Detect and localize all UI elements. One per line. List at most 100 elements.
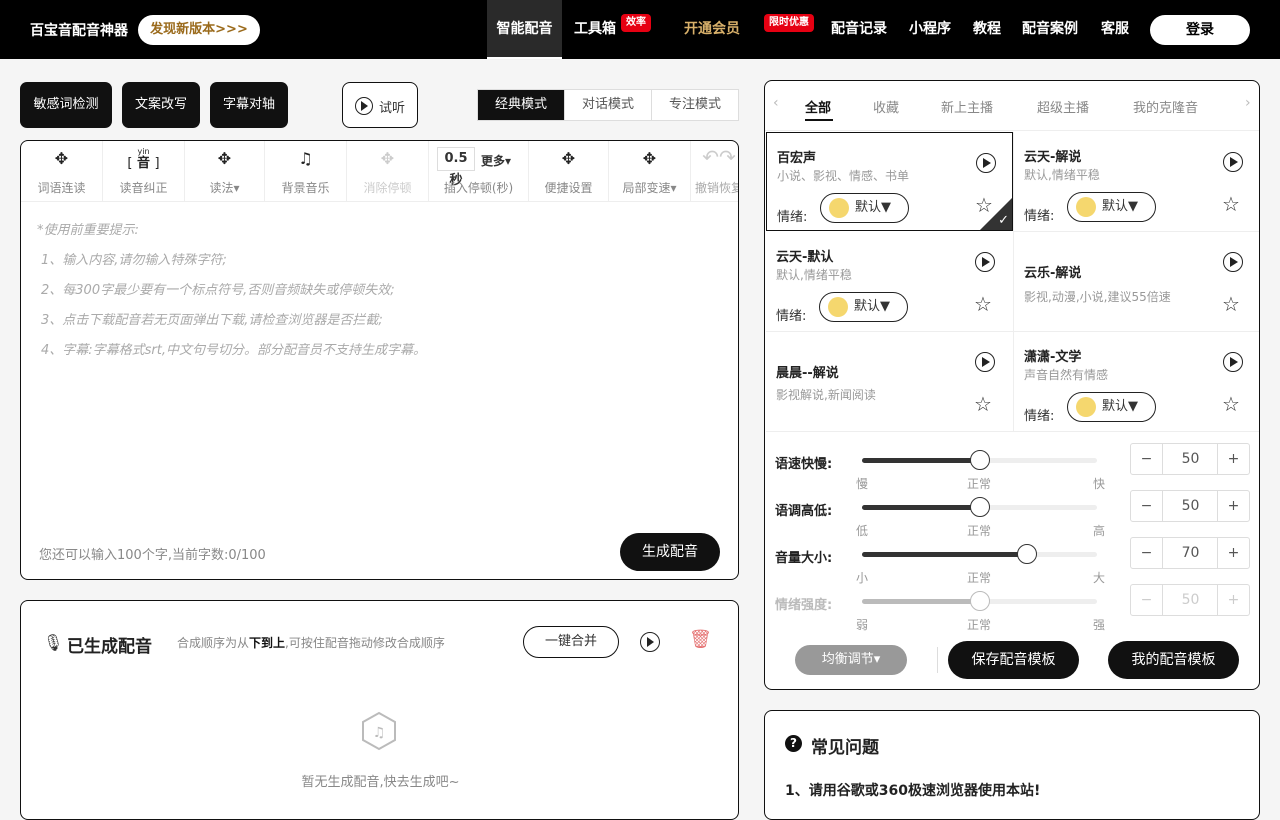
- voice-card[interactable]: 潇潇-文学 声音自然有情感 情绪: 默认▼ ☆: [1013, 332, 1259, 432]
- play-all-icon[interactable]: [640, 632, 660, 652]
- minus-button[interactable]: −: [1131, 585, 1163, 615]
- star-icon[interactable]: ☆: [1222, 292, 1240, 316]
- brand-name[interactable]: 百宝音配音神器: [30, 20, 128, 40]
- slider-handle[interactable]: [969, 591, 990, 611]
- plus-button[interactable]: +: [1217, 585, 1249, 615]
- pause-value-input[interactable]: 0.5秒: [437, 147, 475, 188]
- stepper-value[interactable]: 70: [1163, 538, 1218, 568]
- login-button[interactable]: 登录: [1150, 15, 1250, 45]
- play-icon[interactable]: [976, 153, 996, 173]
- slider-mid-label: 正常: [967, 524, 992, 538]
- slider-max-label: 强: [1093, 618, 1106, 632]
- star-icon[interactable]: ☆: [974, 392, 992, 416]
- smiley-icon: [1076, 397, 1096, 417]
- slider-label: 语调高低:: [775, 504, 833, 519]
- listen-label: 试听: [379, 101, 406, 116]
- new-version-button[interactable]: 发现新版本>>>: [138, 15, 260, 45]
- chevron-right-icon[interactable]: ›: [1245, 95, 1251, 111]
- minus-button[interactable]: −: [1131, 444, 1163, 474]
- slider-handle[interactable]: [969, 450, 990, 470]
- slider-handle[interactable]: [969, 497, 990, 517]
- play-icon[interactable]: [975, 352, 995, 372]
- slider-handle[interactable]: [1016, 544, 1037, 564]
- value-stepper[interactable]: − 50 +: [1130, 490, 1250, 522]
- slider-track[interactable]: [862, 591, 1097, 611]
- chevron-left-icon[interactable]: ‹: [773, 95, 779, 111]
- emotion-dropdown[interactable]: 默认▼: [819, 292, 908, 322]
- vip-badge: 限时优惠: [764, 14, 814, 32]
- nav-mini-program[interactable]: 小程序: [905, 0, 955, 59]
- voice-tab-cloned[interactable]: 我的克隆音: [1133, 97, 1198, 116]
- emotion-dropdown[interactable]: 默认▼: [820, 193, 909, 223]
- value-stepper[interactable]: − 50 +: [1130, 443, 1250, 475]
- plus-button[interactable]: +: [1217, 491, 1249, 521]
- value-stepper[interactable]: − 70 +: [1130, 537, 1250, 569]
- play-icon[interactable]: [975, 252, 995, 272]
- star-icon[interactable]: ☆: [1222, 392, 1240, 416]
- mode-focus[interactable]: 专注模式: [652, 90, 738, 120]
- mode-classic[interactable]: 经典模式: [478, 90, 565, 120]
- play-icon[interactable]: [1223, 252, 1243, 272]
- voice-tab-all[interactable]: 全部: [805, 97, 831, 116]
- voice-card[interactable]: 云天-默认 默认,情绪平稳 情绪: 默认▼ ☆: [766, 232, 1013, 332]
- value-stepper[interactable]: − 50 +: [1130, 584, 1250, 616]
- play-icon[interactable]: [1223, 152, 1243, 172]
- nav-dubbing-records[interactable]: 配音记录: [827, 0, 891, 59]
- nav-smart-dubbing[interactable]: 智能配音: [487, 0, 562, 59]
- plus-button[interactable]: +: [1217, 444, 1249, 474]
- minus-button[interactable]: −: [1131, 491, 1163, 521]
- sensitive-word-check-button[interactable]: 敏感词检测: [20, 82, 112, 128]
- minus-button[interactable]: −: [1131, 538, 1163, 568]
- tool-bg-music[interactable]: ♫ 背景音乐: [265, 141, 347, 201]
- tool-quick-settings[interactable]: ✥ 便捷设置: [529, 141, 609, 201]
- nav-toolbox[interactable]: 工具箱: [570, 0, 620, 59]
- plus-button[interactable]: +: [1217, 538, 1249, 568]
- stepper-value[interactable]: 50: [1163, 491, 1218, 521]
- voice-tab-super[interactable]: 超级主播: [1037, 97, 1089, 116]
- merge-button[interactable]: 一键合并: [523, 626, 619, 658]
- stepper-value[interactable]: 50: [1163, 444, 1218, 474]
- tool-reading[interactable]: ✥ 读法▾: [185, 141, 265, 201]
- tool-clear-pause[interactable]: ✥ 消除停顿: [347, 141, 429, 201]
- nav-vip[interactable]: 开通会员: [680, 0, 744, 59]
- nav-tutorial[interactable]: 教程: [968, 0, 1006, 59]
- mode-switch: 经典模式 对话模式 专注模式: [477, 89, 739, 121]
- trash-icon[interactable]: 🗑: [689, 629, 712, 650]
- emotion-dropdown[interactable]: 默认▼: [1067, 392, 1156, 422]
- tool-pronunciation[interactable]: [yin 音] 读音纠正: [103, 141, 185, 201]
- emotion-dropdown[interactable]: 默认▼: [1067, 192, 1156, 222]
- voice-card[interactable]: 晨晨--解说 影视解说,新闻阅读 ☆: [766, 332, 1013, 432]
- voice-tab-favorites[interactable]: 收藏: [873, 97, 899, 116]
- tool-undo-redo[interactable]: ↶↷ 撤销恢复: [691, 141, 738, 201]
- listen-button[interactable]: 试听: [342, 82, 418, 128]
- star-icon[interactable]: ☆: [974, 292, 992, 316]
- faq-item[interactable]: 1、请用谷歌或360极速浏览器使用本站!: [785, 780, 1040, 800]
- slider-track[interactable]: [862, 450, 1097, 470]
- voice-card[interactable]: 云天-解说 默认,情绪平稳 情绪: 默认▼ ☆: [1013, 132, 1259, 232]
- slider-track[interactable]: [862, 544, 1097, 564]
- tool-local-speed[interactable]: ✥ 局部变速▾: [609, 141, 691, 201]
- save-template-button[interactable]: 保存配音模板: [948, 641, 1079, 679]
- settings-icon: ✥: [561, 149, 576, 168]
- my-template-button[interactable]: 我的配音模板: [1108, 641, 1239, 679]
- star-icon[interactable]: ☆: [1222, 192, 1240, 216]
- nav-cases[interactable]: 配音案例: [1018, 0, 1082, 59]
- slider-mid-label: 正常: [967, 571, 992, 585]
- subtitle-align-button[interactable]: 字幕对轴: [210, 82, 288, 128]
- empty-text: 暂无生成配音,快去生成吧~: [301, 775, 460, 790]
- tips-title: *使用前重要提示:: [37, 223, 139, 238]
- mode-dialogue[interactable]: 对话模式: [565, 90, 652, 120]
- tool-insert-pause[interactable]: 0.5秒 更多▾ 插入停顿(秒): [429, 141, 529, 201]
- copy-rewrite-button[interactable]: 文案改写: [122, 82, 200, 128]
- slider-track[interactable]: [862, 497, 1097, 517]
- stepper-value[interactable]: 50: [1163, 585, 1218, 615]
- play-icon[interactable]: [1223, 352, 1243, 372]
- voice-tab-new[interactable]: 新上主播: [941, 97, 993, 116]
- balance-dropdown[interactable]: 均衡调节▾: [795, 645, 907, 675]
- generate-button[interactable]: 生成配音: [620, 533, 720, 571]
- more-dropdown[interactable]: 更多▾: [481, 152, 511, 169]
- nav-service[interactable]: 客服: [1096, 0, 1134, 59]
- voice-card-selected[interactable]: 百宏声 小说、影视、情感、书单 情绪: 默认▼ ☆ ✓: [766, 132, 1013, 231]
- voice-card[interactable]: 云乐-解说 影视,动漫,小说,建议55倍速 ☆: [1013, 232, 1259, 332]
- tool-word-link[interactable]: ✥ 词语连读: [21, 141, 103, 201]
